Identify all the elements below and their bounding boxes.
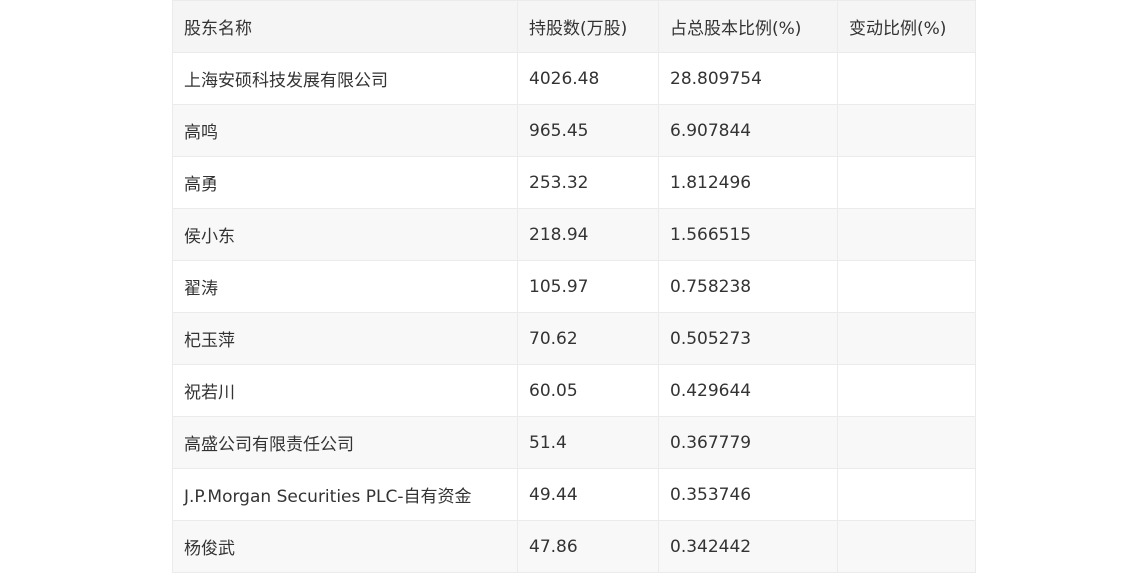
cell-shareholder-name: 杨俊武 (172, 520, 518, 573)
cell-shares-held: 105.97 (517, 260, 659, 313)
table-row: 高盛公司有限责任公司 51.4 0.367779 (172, 416, 976, 469)
cell-shares-held: 47.86 (517, 520, 659, 573)
cell-shareholder-name: 上海安硕科技发展有限公司 (172, 52, 518, 105)
table-row: 祝若川 60.05 0.429644 (172, 364, 976, 417)
cell-share-ratio: 0.342442 (658, 520, 838, 573)
table-row: 侯小东 218.94 1.566515 (172, 208, 976, 261)
cell-share-ratio: 1.812496 (658, 156, 838, 209)
cell-change-ratio (837, 312, 976, 365)
cell-change-ratio (837, 260, 976, 313)
cell-change-ratio (837, 208, 976, 261)
cell-share-ratio: 0.429644 (658, 364, 838, 417)
table-row: 上海安硕科技发展有限公司 4026.48 28.809754 (172, 52, 976, 105)
table-row: 杞玉萍 70.62 0.505273 (172, 312, 976, 365)
table-row: 高鸣 965.45 6.907844 (172, 104, 976, 157)
cell-shareholder-name: 杞玉萍 (172, 312, 518, 365)
table-row: 高勇 253.32 1.812496 (172, 156, 976, 209)
table-header: 股东名称 持股数(万股) 占总股本比例(%) 变动比例(%) (172, 0, 976, 53)
header-row: 股东名称 持股数(万股) 占总股本比例(%) 变动比例(%) (172, 0, 976, 53)
table-row: 杨俊武 47.86 0.342442 (172, 520, 976, 573)
cell-shareholder-name: 高鸣 (172, 104, 518, 157)
cell-shares-held: 70.62 (517, 312, 659, 365)
cell-share-ratio: 0.758238 (658, 260, 838, 313)
cell-change-ratio (837, 156, 976, 209)
cell-share-ratio: 28.809754 (658, 52, 838, 105)
cell-shares-held: 965.45 (517, 104, 659, 157)
table-row: 翟涛 105.97 0.758238 (172, 260, 976, 313)
cell-shares-held: 218.94 (517, 208, 659, 261)
column-header-share-ratio: 占总股本比例(%) (658, 0, 838, 53)
cell-share-ratio: 1.566515 (658, 208, 838, 261)
cell-shareholder-name: 高勇 (172, 156, 518, 209)
table-body: 上海安硕科技发展有限公司 4026.48 28.809754 高鸣 965.45 6.90… (172, 52, 976, 573)
cell-shareholder-name: 翟涛 (172, 260, 518, 313)
cell-shareholder-name: 祝若川 (172, 364, 518, 417)
cell-shares-held: 60.05 (517, 364, 659, 417)
cell-shareholder-name: 侯小东 (172, 208, 518, 261)
column-header-change-ratio: 变动比例(%) (837, 0, 976, 53)
cell-shares-held: 49.44 (517, 468, 659, 521)
cell-shares-held: 51.4 (517, 416, 659, 469)
table-row: J.P.Morgan Securities PLC-自有资金 49.44 0.353… (172, 468, 976, 521)
column-header-shares-held: 持股数(万股) (517, 0, 659, 53)
cell-change-ratio (837, 104, 976, 157)
cell-share-ratio: 0.353746 (658, 468, 838, 521)
cell-shareholder-name: J.P.Morgan Securities PLC-自有资金 (172, 468, 518, 521)
cell-share-ratio: 6.907844 (658, 104, 838, 157)
cell-shareholder-name: 高盛公司有限责任公司 (172, 416, 518, 469)
shareholder-table: 股东名称 持股数(万股) 占总股本比例(%) 变动比例(%) 上海安硕科技发展有… (172, 0, 976, 573)
cell-change-ratio (837, 364, 976, 417)
column-header-shareholder-name: 股东名称 (172, 0, 518, 53)
cell-shares-held: 4026.48 (517, 52, 659, 105)
cell-shares-held: 253.32 (517, 156, 659, 209)
cell-share-ratio: 0.367779 (658, 416, 838, 469)
cell-change-ratio (837, 52, 976, 105)
cell-change-ratio (837, 520, 976, 573)
cell-change-ratio (837, 416, 976, 469)
cell-share-ratio: 0.505273 (658, 312, 838, 365)
cell-change-ratio (837, 468, 976, 521)
